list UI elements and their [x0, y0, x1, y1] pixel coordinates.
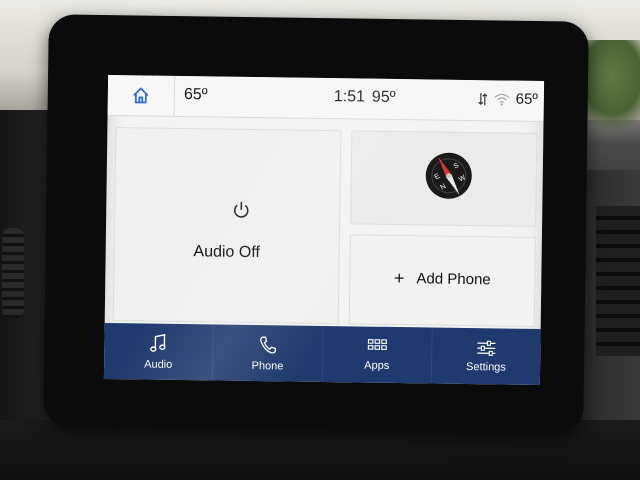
phone-icon	[260, 336, 277, 354]
add-phone-tile[interactable]: + Add Phone	[348, 234, 536, 327]
home-icon	[133, 87, 149, 104]
power-icon	[234, 201, 249, 218]
nav-audio[interactable]: Audio	[103, 322, 214, 381]
audio-tile[interactable]: Audio Off	[112, 127, 342, 325]
status-icons: 65º	[478, 90, 538, 108]
settings-sliders-icon	[477, 340, 496, 356]
compass-icon: E S N W	[425, 152, 472, 199]
outside-temperature: 95º	[371, 88, 396, 106]
data-transfer-icon	[478, 92, 488, 105]
air-vent-right	[596, 206, 640, 356]
home-button[interactable]	[107, 74, 176, 116]
infotainment-screen: 65º 1:51 95º 65º Audio Off E S N W + Add…	[103, 74, 545, 386]
music-note-icon	[150, 333, 166, 352]
nav-apps[interactable]: Apps	[322, 325, 433, 384]
nav-settings-label: Settings	[466, 360, 506, 374]
wifi-icon	[494, 93, 510, 106]
status-bar: 65º 1:51 95º 65º	[107, 74, 545, 123]
nav-phone[interactable]: Phone	[213, 324, 324, 382]
add-phone-label: Add Phone	[416, 270, 491, 289]
bottom-navigation: Audio Phone Apps Settings	[103, 322, 541, 386]
air-vent-left	[2, 228, 24, 318]
compass-tile[interactable]: E S N W	[350, 130, 538, 227]
nav-settings[interactable]: Settings	[432, 328, 541, 386]
clock: 1:51	[333, 88, 366, 106]
plus-icon: +	[393, 267, 405, 289]
apps-grid-icon	[367, 338, 387, 350]
add-phone-button[interactable]: + Add Phone	[350, 267, 534, 291]
cabin-temperature[interactable]: 65º	[184, 86, 208, 104]
nav-apps-label: Apps	[364, 359, 390, 372]
right-temperature[interactable]: 65º	[516, 91, 538, 108]
audio-status-label: Audio Off	[193, 243, 260, 262]
nav-phone-label: Phone	[251, 359, 284, 372]
nav-audio-label: Audio	[144, 358, 173, 371]
